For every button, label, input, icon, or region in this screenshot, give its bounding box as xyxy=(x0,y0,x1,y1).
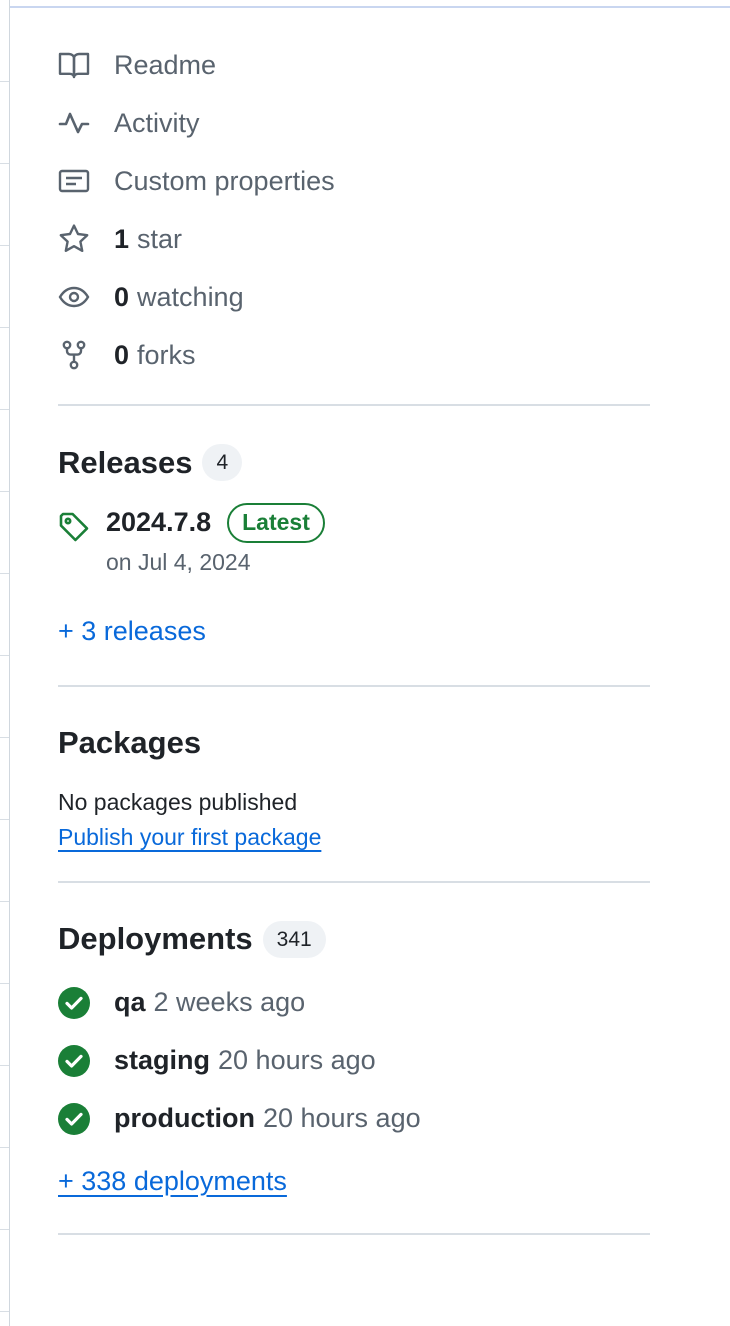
pulse-icon xyxy=(58,107,114,139)
watchers-count: 0 xyxy=(114,281,130,312)
activity-label: Activity xyxy=(114,107,200,138)
deployments-heading[interactable]: Deployments 341 xyxy=(58,920,650,958)
repo-sidebar: Readme Activity Custom properties 1 star… xyxy=(58,36,650,1235)
book-icon xyxy=(58,49,114,81)
latest-badge: Latest xyxy=(227,503,325,543)
tag-icon xyxy=(58,503,106,576)
packages-title: Packages xyxy=(58,724,202,760)
stars-count: 1 xyxy=(114,223,130,254)
deployments-list: qa 2 weeks ago staging 20 hours ago prod… xyxy=(58,974,650,1148)
deployment-env: qa xyxy=(114,987,146,1018)
deployment-env: staging xyxy=(114,1045,211,1076)
more-deployments-link[interactable]: + 338 deployments xyxy=(58,1166,287,1196)
deployment-item[interactable]: staging 20 hours ago xyxy=(58,1032,650,1090)
releases-title: Releases xyxy=(58,444,193,480)
watchers-link[interactable]: 0 watching xyxy=(58,268,650,326)
eye-icon xyxy=(58,281,114,313)
check-circle-icon xyxy=(58,986,114,1019)
packages-section: Packages No packages published Publish y… xyxy=(58,687,650,851)
readme-label: Readme xyxy=(114,49,217,80)
forks-count: 0 xyxy=(114,339,130,370)
activity-link[interactable]: Activity xyxy=(58,94,650,152)
deployment-env: production xyxy=(114,1103,255,1134)
deployments-title: Deployments xyxy=(58,921,253,957)
release-name: 2024.7.8 xyxy=(106,507,212,538)
deployment-time: 20 hours ago xyxy=(262,1103,421,1134)
releases-count-badge: 4 xyxy=(202,444,243,482)
more-releases-link[interactable]: + 3 releases xyxy=(58,616,206,646)
repo-forked-icon xyxy=(58,339,114,371)
stars-label: star xyxy=(137,223,183,254)
divider xyxy=(58,1232,650,1235)
check-circle-icon xyxy=(58,1102,114,1135)
packages-heading[interactable]: Packages xyxy=(58,725,650,761)
readme-link[interactable]: Readme xyxy=(58,36,650,94)
release-date: on Jul 4, 2024 xyxy=(106,548,251,575)
deployment-item[interactable]: production 20 hours ago xyxy=(58,1090,650,1148)
releases-section: Releases 4 2024.7.8 Latest on Jul 4, 202… xyxy=(58,406,650,647)
packages-empty-text: No packages published xyxy=(58,788,298,815)
deployment-time: 2 weeks ago xyxy=(153,987,306,1018)
releases-heading[interactable]: Releases 4 xyxy=(58,444,650,482)
deployments-section: Deployments 341 qa 2 weeks ago staging 2… xyxy=(58,883,650,1197)
deployment-item[interactable]: qa 2 weeks ago xyxy=(58,974,650,1032)
about-stats-list: Readme Activity Custom properties 1 star… xyxy=(58,36,650,384)
deployment-time: 20 hours ago xyxy=(218,1045,376,1076)
note-icon xyxy=(58,165,114,197)
check-circle-icon xyxy=(58,1044,114,1077)
deployments-count-badge: 341 xyxy=(262,920,326,958)
forks-link[interactable]: 0 forks xyxy=(58,326,650,384)
top-border xyxy=(0,0,730,8)
publish-package-link[interactable]: Publish your first package xyxy=(58,824,321,850)
custom-properties-link[interactable]: Custom properties xyxy=(58,152,650,210)
stars-link[interactable]: 1 star xyxy=(58,210,650,268)
watchers-label: watching xyxy=(137,281,244,312)
left-gutter xyxy=(0,0,10,1326)
custom-properties-label: Custom properties xyxy=(114,165,335,196)
latest-release[interactable]: 2024.7.8 Latest on Jul 4, 2024 xyxy=(58,503,650,576)
star-icon xyxy=(58,223,114,255)
forks-label: forks xyxy=(137,339,196,370)
